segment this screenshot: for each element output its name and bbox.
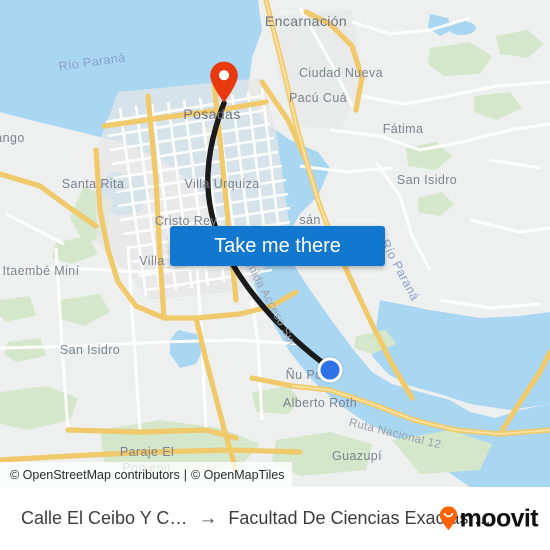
take-me-there-label: Take me there (214, 234, 341, 257)
arrow-right-icon: → (198, 507, 218, 529)
trip-summary-bar: Calle El Ceibo Y C… → Facultad De Cienci… (0, 487, 550, 550)
attribution-separator: | (183, 467, 187, 482)
trip-endpoints: Calle El Ceibo Y C… → Facultad De Cienci… (21, 508, 492, 530)
trip-origin-label[interactable]: Calle El Ceibo Y C… (21, 508, 187, 529)
destination-pin[interactable] (209, 61, 239, 103)
map-attribution: © OpenStreetMap contributors | © OpenMap… (0, 462, 293, 487)
openmaptiles-attribution-link[interactable]: © OpenMapTiles (191, 468, 285, 482)
osm-attribution-link[interactable]: © OpenStreetMap contributors (10, 468, 180, 482)
take-me-there-button[interactable]: Take me there (170, 226, 385, 266)
moovit-pin-icon (439, 506, 458, 531)
moovit-logo[interactable]: moovit (439, 504, 539, 532)
moovit-wordmark: moovit (459, 504, 539, 532)
map-canvas[interactable]: Río Paraná Encarnación Ciudad Nueva Pacú Cu… (0, 0, 550, 487)
screenshot-root: Río Paraná Encarnación Ciudad Nueva Pacú Cu… (0, 0, 550, 550)
origin-dot[interactable] (317, 357, 343, 383)
